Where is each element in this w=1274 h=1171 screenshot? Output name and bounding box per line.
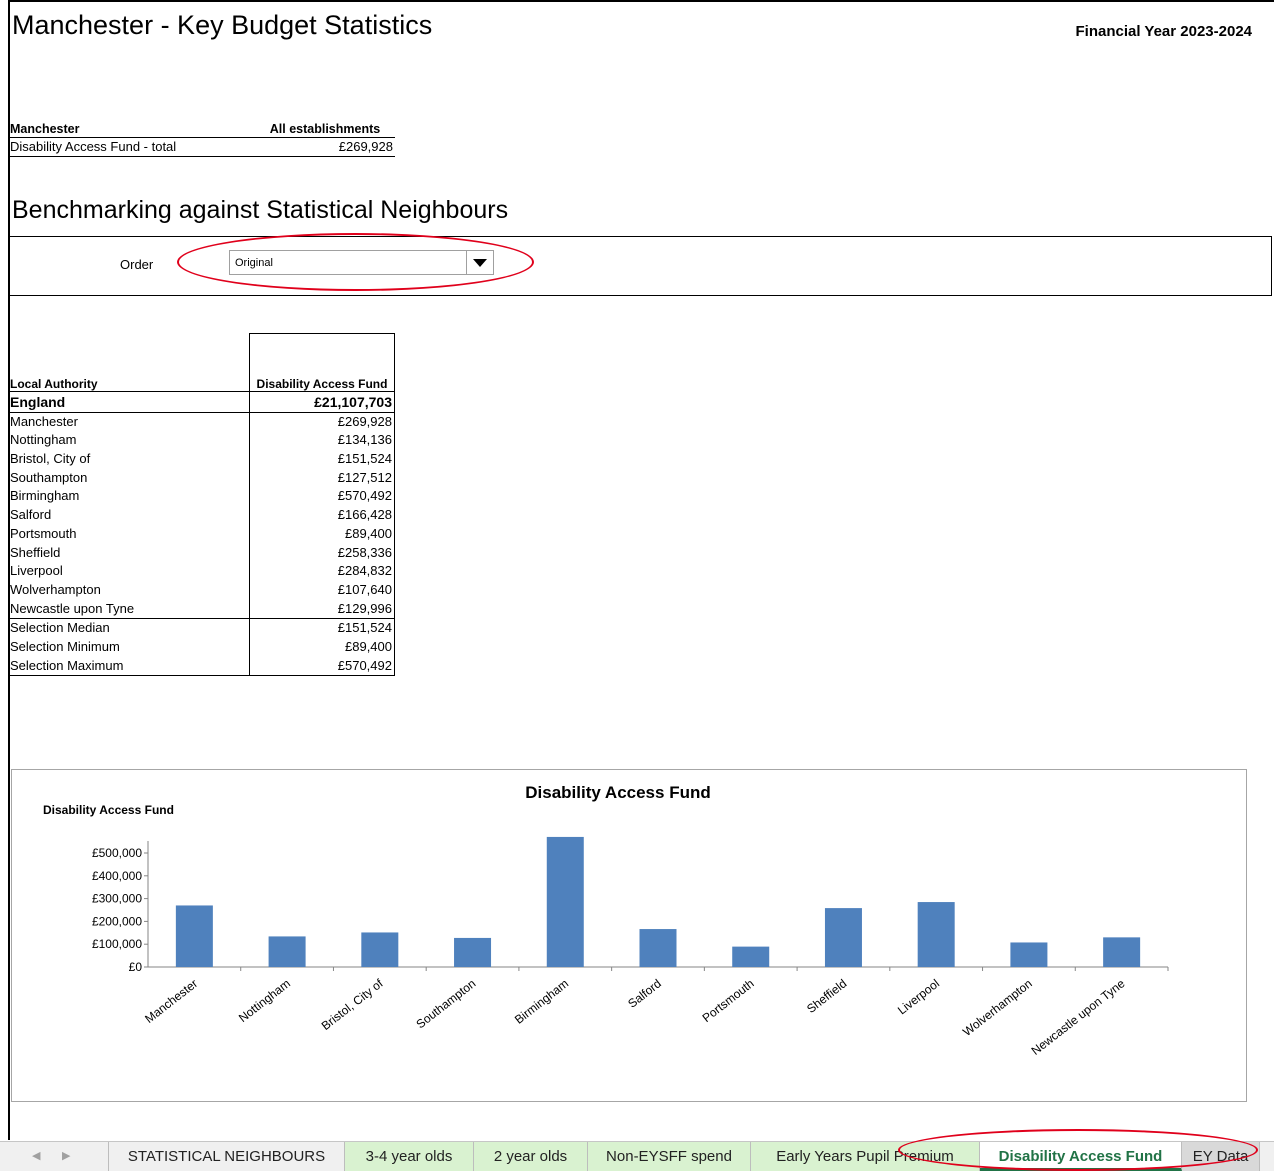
x-tick-label: Newcastle upon Tyne bbox=[1029, 976, 1128, 1058]
x-tick-label: Birmingham bbox=[512, 976, 571, 1026]
bar bbox=[546, 836, 584, 967]
x-tick-label: Nottingham bbox=[236, 976, 293, 1025]
x-tick-label: Portsmouth bbox=[700, 976, 757, 1025]
x-tick-label: Wolverhampton bbox=[960, 976, 1035, 1039]
tab-2-year-olds[interactable]: 2 year olds bbox=[474, 1142, 588, 1171]
x-tick-label: Sheffield bbox=[804, 976, 849, 1016]
tab-3-4-year-olds[interactable]: 3-4 year olds bbox=[345, 1142, 474, 1171]
y-tick-label: £300,000 bbox=[92, 892, 142, 906]
annotation-oval-tabs bbox=[898, 1129, 1258, 1171]
tab-statistical-neighbours[interactable]: STATISTICAL NEIGHBOURS bbox=[108, 1142, 345, 1171]
tab-non-eysff-spend[interactable]: Non-EYSFF spend bbox=[588, 1142, 751, 1171]
bar-chart: £0 £100,000 £200,000 £300,000 £400,000 £500,0… bbox=[92, 836, 1169, 1058]
bar bbox=[1103, 937, 1141, 967]
tab-scroll-left-icon[interactable]: ◀ bbox=[32, 1149, 40, 1162]
x-tick-label: Bristol, City of bbox=[319, 976, 386, 1033]
bar bbox=[268, 936, 306, 967]
y-tick-label: £0 bbox=[129, 960, 143, 974]
x-tick-label: Southampton bbox=[414, 976, 479, 1031]
x-tick-label: Manchester bbox=[142, 976, 200, 1026]
x-tick-label: Salford bbox=[625, 976, 664, 1010]
bar bbox=[175, 905, 213, 967]
bar bbox=[454, 937, 492, 967]
y-tick-label: £200,000 bbox=[92, 914, 142, 928]
bar bbox=[361, 932, 399, 967]
y-tick-label: £500,000 bbox=[92, 846, 142, 860]
y-tick-label: £100,000 bbox=[92, 937, 142, 951]
bar bbox=[639, 929, 677, 967]
y-tick-label: £400,000 bbox=[92, 869, 142, 883]
bar bbox=[1010, 942, 1048, 967]
bar bbox=[824, 908, 862, 967]
x-tick-label: Liverpool bbox=[895, 976, 942, 1017]
bar bbox=[732, 946, 770, 967]
tab-scroll-right-icon[interactable]: ▶ bbox=[62, 1149, 70, 1162]
bar bbox=[917, 902, 955, 967]
